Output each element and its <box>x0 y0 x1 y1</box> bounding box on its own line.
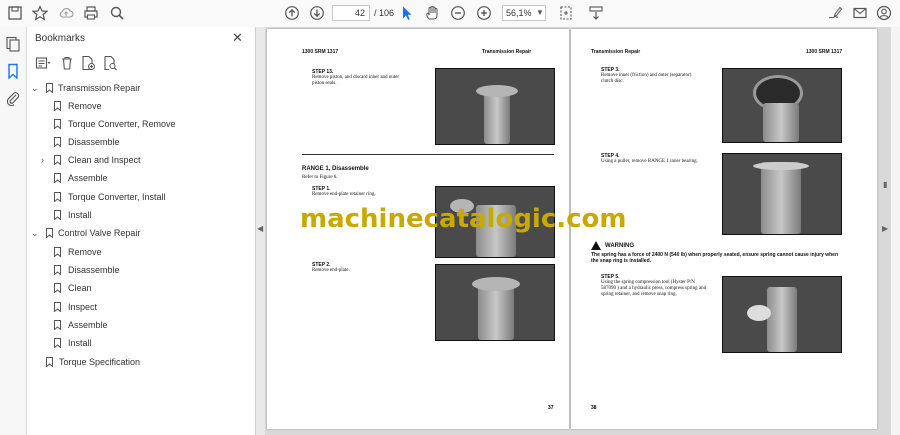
watermark-text: machinecatalogic.com <box>300 204 627 234</box>
bookmarks-panel-title: Bookmarks <box>35 33 86 44</box>
bookmarks-panel: Bookmarks ✕ ⌄ Transmission Repair Remove… <box>27 27 256 435</box>
step-text: Using a puller, remove RANGE 1 inner bea… <box>601 159 698 164</box>
save-icon[interactable] <box>5 4 25 22</box>
find-bookmark-icon[interactable] <box>102 55 118 71</box>
bookmark-flag-icon <box>46 228 53 238</box>
attachments-icon[interactable] <box>5 90 21 107</box>
bookmark-flag-icon <box>54 192 61 202</box>
page-number-input[interactable]: 42 <box>332 5 370 21</box>
section-title: RANGE 1, Disassemble <box>302 166 369 172</box>
fit-page-icon[interactable] <box>556 4 576 22</box>
page-header-left: 1300 SRM 1317 <box>302 49 339 55</box>
warning-text: The spring has a force of 2400 N (540 lb… <box>591 252 839 264</box>
step-3-photo <box>722 68 842 143</box>
page-header-right: 1300 SRM 1317 <box>806 49 843 55</box>
bookmark-flag-icon <box>54 137 61 147</box>
page-number: 38 <box>591 405 597 411</box>
step-text: Using the spring compression tool (Hyste… <box>601 280 707 297</box>
figure-reference: Refer to Figure 6. <box>302 175 338 180</box>
vertical-scrollbar[interactable] <box>890 27 900 435</box>
account-icon[interactable] <box>874 4 894 22</box>
bookmark-label: Inspect <box>68 302 98 312</box>
next-page-icon[interactable] <box>307 4 327 22</box>
email-icon[interactable] <box>850 4 870 22</box>
bookmark-label: Install <box>68 338 92 348</box>
collapse-panel-icon[interactable]: ◀ <box>257 224 263 233</box>
top-toolbar: 42 / 106 56,1% ▼ <box>0 0 900 28</box>
warning-icon <box>591 241 601 250</box>
bookmark-flag-icon <box>46 357 53 367</box>
chevron-down-icon[interactable]: ⌄ <box>31 225 39 241</box>
chevron-right-icon[interactable]: › <box>41 152 44 168</box>
page-total: / 106 <box>374 8 395 18</box>
hand-tool-icon[interactable] <box>422 4 442 22</box>
search-icon[interactable] <box>107 4 127 22</box>
scroll-thumb[interactable]: ▮ <box>883 180 887 189</box>
warning-title: WARNING <box>605 243 634 249</box>
delete-bookmark-icon[interactable] <box>59 55 75 71</box>
next-page-edge-icon[interactable]: ▶ <box>882 224 888 233</box>
bookmark-label: Remove <box>68 101 102 111</box>
bookmark-flag-icon <box>54 101 61 111</box>
bookmark-label: Transmission Repair <box>58 83 141 93</box>
print-icon[interactable] <box>81 4 101 22</box>
bookmark-label: Clean and Inspect <box>68 155 141 165</box>
bookmark-label: Remove <box>68 247 102 257</box>
bookmark-label: Install <box>68 210 92 220</box>
bookmark-label: Assemble <box>68 173 108 183</box>
bookmark-star-icon[interactable] <box>30 4 50 22</box>
bookmark-label: Control Valve Repair <box>58 228 141 238</box>
step-text: Remove piston, and discard inner and out… <box>312 75 400 86</box>
bookmark-flag-icon <box>54 320 61 330</box>
previous-page-icon[interactable] <box>282 4 302 22</box>
bookmark-flag-icon <box>54 210 61 220</box>
close-icon[interactable]: ✕ <box>232 30 243 46</box>
bookmark-flag-icon <box>54 247 61 257</box>
bookmark-flag-icon <box>54 338 61 348</box>
bookmark-label: Disassemble <box>68 265 120 275</box>
zoom-in-icon[interactable] <box>474 4 494 22</box>
bookmark-label: Torque Converter, Remove <box>68 119 176 129</box>
page-header-left: Transmission Repair <box>591 49 641 55</box>
sign-pen-icon[interactable] <box>825 4 845 22</box>
bookmark-label: Torque Specification <box>59 357 141 367</box>
chevron-down-icon[interactable]: ▼ <box>536 8 544 17</box>
step-2-photo <box>435 264 555 341</box>
left-navigation-rail <box>0 27 27 435</box>
bookmark-label: Assemble <box>68 320 108 330</box>
bookmarks-icon[interactable] <box>5 63 21 80</box>
zoom-out-icon[interactable] <box>448 4 468 22</box>
step-text: Remove end-plate retainer ring. <box>312 192 376 197</box>
bookmark-label: Torque Converter, Install <box>68 192 166 202</box>
step-4-photo <box>722 153 842 235</box>
bookmark-flag-icon <box>54 155 61 165</box>
step-text: Remove end-plate. <box>312 268 350 273</box>
bookmark-flag-icon <box>54 283 61 293</box>
page-number: 37 <box>548 405 554 411</box>
cloud-upload-icon[interactable] <box>56 4 76 22</box>
section-rule <box>302 154 554 155</box>
bookmark-label: Clean <box>68 283 92 293</box>
add-bookmark-icon[interactable] <box>80 55 96 71</box>
page-thumbnails-icon[interactable] <box>5 36 21 52</box>
step-text: Remove inner (friction) and outer (separ… <box>601 73 692 84</box>
scroll-mode-icon[interactable] <box>586 4 606 22</box>
options-menu-icon[interactable] <box>35 55 51 71</box>
step-13-photo <box>435 68 555 145</box>
bookmark-flag-icon <box>46 83 53 93</box>
bookmark-flag-icon <box>54 302 61 312</box>
bookmark-label: Disassemble <box>68 137 120 147</box>
bookmark-flag-icon <box>54 173 61 183</box>
chevron-down-icon[interactable]: ⌄ <box>31 80 39 96</box>
page-header-right: Transmission Repair <box>482 49 532 55</box>
bookmark-flag-icon <box>54 119 61 129</box>
bookmark-flag-icon <box>54 265 61 275</box>
select-cursor-icon[interactable] <box>397 4 417 22</box>
step-5-photo <box>722 276 842 353</box>
